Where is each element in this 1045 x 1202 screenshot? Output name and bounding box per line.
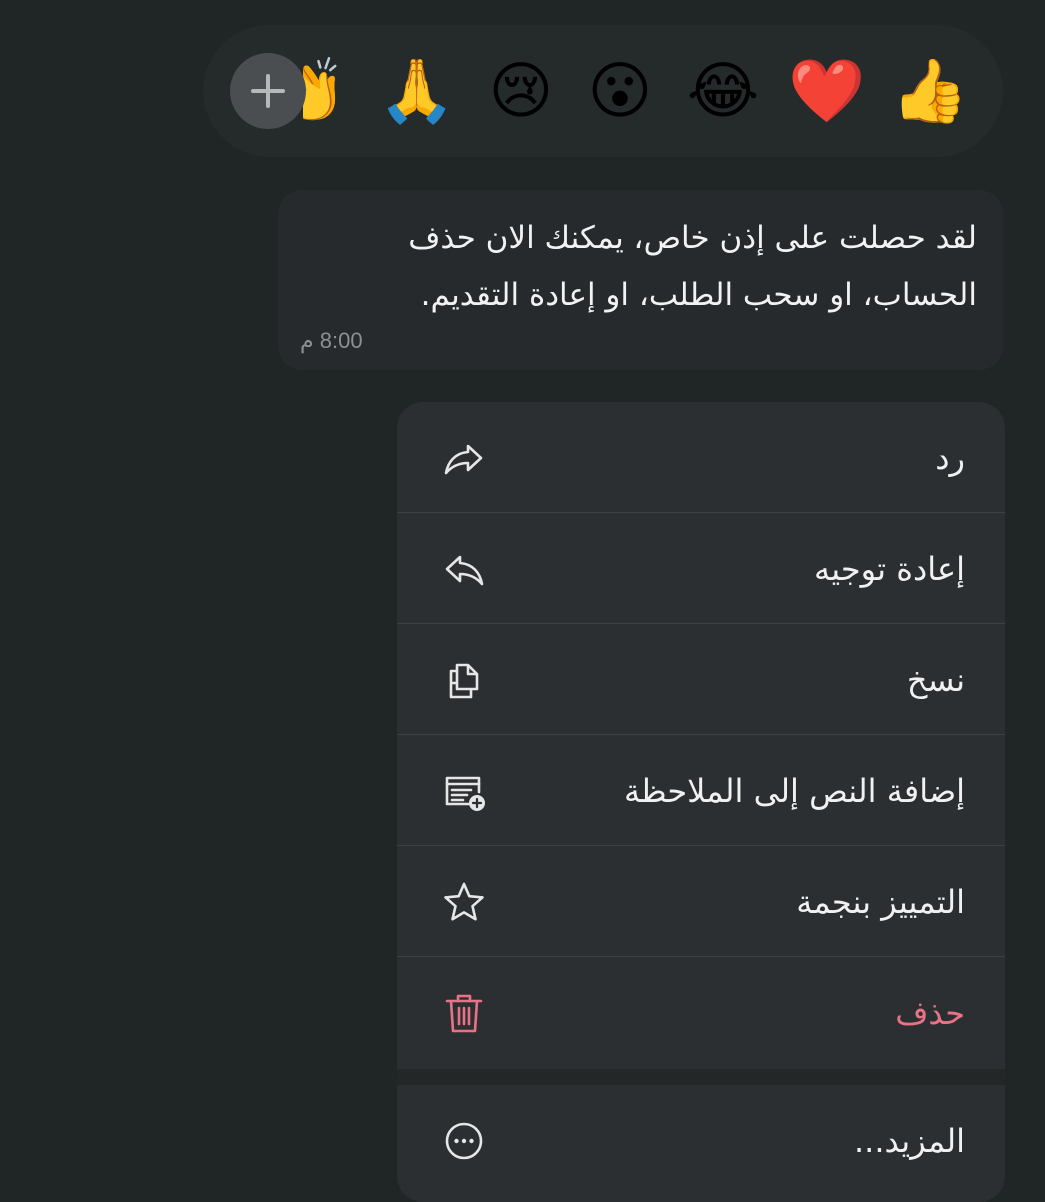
reaction-crying-face[interactable]: 😢 [483, 53, 559, 129]
copy-icon [449, 663, 479, 698]
reaction-bar: 👏 🙏 😢 😮 😂 ❤️ 👍 [203, 25, 1003, 157]
add-reaction-button[interactable] [230, 53, 306, 129]
menu-item-star[interactable]: التمييز بنجمة [397, 846, 1005, 957]
reply-icon [444, 444, 483, 474]
menu-item-reply[interactable]: رد [397, 402, 1005, 513]
reaction-folded-hands[interactable]: 🙏 [378, 53, 455, 129]
menu-label-forward: إعادة توجيه [814, 549, 965, 588]
plus-icon [251, 74, 285, 108]
menu-label-add-to-note: إضافة النص إلى الملاحظة [623, 771, 965, 810]
reaction-clapping-hands[interactable]: 👏 [303, 53, 343, 129]
menu-label-more: المزيد... [853, 1121, 965, 1160]
message-time: 8:00 م [300, 328, 363, 353]
reaction-red-heart[interactable]: ❤️ [788, 53, 865, 129]
trash-icon [445, 994, 483, 1032]
add-note-icon [445, 776, 485, 811]
menu-label-delete: حذف [895, 993, 965, 1032]
menu-label-copy: نسخ [906, 660, 965, 699]
menu-item-more[interactable]: المزيد... [397, 1085, 1005, 1196]
menu-item-delete[interactable]: حذف [397, 957, 1005, 1068]
more-icon [445, 1122, 483, 1159]
forward-icon [445, 555, 484, 585]
menu-item-add-to-note[interactable]: إضافة النص إلى الملاحظة [397, 735, 1005, 846]
reaction-thumbs-up[interactable]: 👍 [891, 53, 968, 129]
reaction-open-mouth[interactable]: 😮 [582, 53, 658, 129]
menu-item-copy[interactable]: نسخ [397, 624, 1005, 735]
message-bubble[interactable]: لقد حصلت على إذن خاص، يمكنك الان حذف الح… [278, 190, 1003, 370]
menu-item-forward[interactable]: إعادة توجيه [397, 513, 1005, 624]
context-menu: رد إعادة توجيه نسخ إضافة النص إلى الملاح… [397, 402, 1005, 1202]
star-icon [444, 882, 484, 920]
menu-label-star: التمييز بنجمة [796, 882, 965, 921]
reaction-tears-of-joy[interactable]: 😂 [685, 53, 761, 129]
menu-section-divider [397, 1069, 1005, 1085]
message-text: لقد حصلت على إذن خاص، يمكنك الان حذف الح… [408, 220, 977, 313]
menu-label-reply: رد [935, 438, 965, 477]
